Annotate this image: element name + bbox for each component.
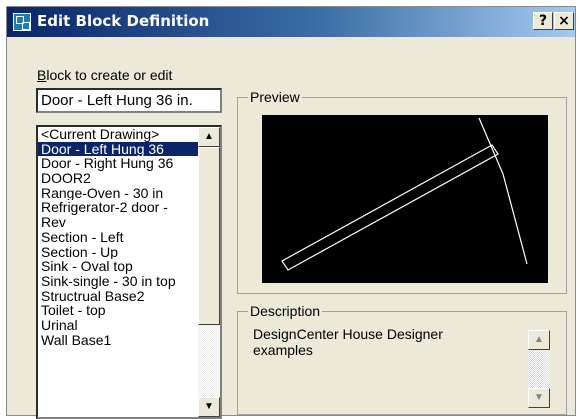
block-list-item[interactable]: Range-Oven - 30 in bbox=[38, 186, 198, 201]
description-text: DesignCenter House Designer examples bbox=[253, 326, 443, 358]
block-list-item[interactable]: Section - Up bbox=[38, 245, 198, 260]
close-button[interactable]: × bbox=[554, 12, 574, 30]
description-scroll-up-icon[interactable]: ▲ bbox=[528, 330, 550, 350]
block-list-item[interactable]: Door - Right Hung 36 bbox=[38, 156, 198, 171]
preview-canvas bbox=[262, 115, 548, 283]
block-list[interactable]: <Current Drawing> Door - Left Hung 36 Door… bbox=[36, 125, 222, 419]
block-name-label-text: lock to create or edit bbox=[46, 67, 173, 83]
block-list-item[interactable]: Sink-single - 30 in top bbox=[38, 274, 198, 289]
block-list-item[interactable]: Refrigerator-2 door - bbox=[38, 200, 198, 215]
dialog-title: Edit Block Definition bbox=[37, 12, 210, 30]
block-editor-icon bbox=[13, 13, 31, 31]
block-list-item[interactable]: Toilet - top bbox=[38, 303, 198, 318]
help-button[interactable]: ? bbox=[533, 12, 553, 30]
scroll-down-arrow-icon[interactable]: ▼ bbox=[198, 397, 220, 417]
title-bar[interactable]: Edit Block Definition ? × bbox=[7, 7, 575, 37]
scroll-thumb[interactable] bbox=[198, 147, 220, 325]
door-swing-arc bbox=[478, 117, 528, 265]
block-list-item[interactable]: Door - Left Hung 36 bbox=[38, 141, 198, 157]
block-list-item[interactable]: Wall Base1 bbox=[38, 333, 198, 348]
preview-group: Preview bbox=[237, 89, 567, 294]
scroll-up-arrow-icon[interactable]: ▲ bbox=[198, 127, 220, 147]
door-preview-drawing bbox=[281, 117, 528, 271]
door-leaf-shape bbox=[281, 144, 499, 271]
block-list-item[interactable]: <Current Drawing> bbox=[38, 127, 198, 142]
block-list-item[interactable]: DOOR2 bbox=[38, 171, 198, 186]
block-list-items: <Current Drawing> Door - Left Hung 36 Door… bbox=[38, 127, 198, 347]
block-name-input[interactable] bbox=[36, 88, 222, 113]
block-list-item[interactable]: Section - Left bbox=[38, 230, 198, 245]
description-scroll-down-icon[interactable]: ▼ bbox=[528, 388, 550, 408]
description-group: Description DesignCenter House Designer … bbox=[237, 303, 567, 415]
block-name-label-accelerator: B bbox=[37, 67, 47, 83]
block-list-item[interactable]: Urinal bbox=[38, 318, 198, 333]
edit-block-definition-dialog: Edit Block Definition ? × Block to creat… bbox=[6, 6, 576, 419]
block-list-item[interactable]: Structrual Base2 bbox=[38, 289, 198, 304]
block-list-scrollbar[interactable]: ▲ ▼ bbox=[198, 127, 220, 417]
description-scrollbar[interactable]: ▲ ▼ bbox=[528, 330, 550, 408]
block-name-label: Block to create or edit bbox=[37, 67, 172, 83]
block-list-item[interactable]: Sink - Oval top bbox=[38, 259, 198, 274]
description-label: Description bbox=[248, 303, 323, 319]
block-list-item[interactable]: Rev bbox=[38, 215, 198, 230]
preview-label: Preview bbox=[248, 89, 302, 105]
